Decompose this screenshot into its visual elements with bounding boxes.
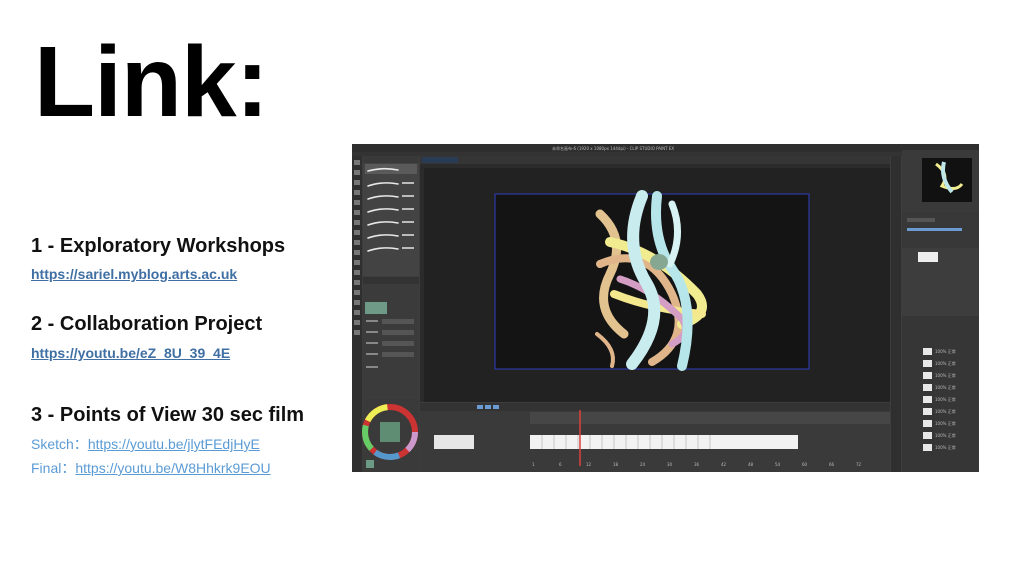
slide-title: Link: [34,26,269,138]
window-title: 未命名画布-6 (1920 x 1080px 144dpi) - CLIP ST… [552,146,675,151]
layer-item-label[interactable]: 100% 正常 [935,433,956,439]
final-link[interactable]: https://youtu.be/W8Hhkrk9EOU [75,460,270,476]
frame-tick: 1 [532,462,535,467]
sketch-link[interactable]: https://youtu.be/jlytFEdjHyE [88,436,260,452]
clip-studio-screenshot: 未命名画布-6 (1920 x 1080px 144dpi) - CLIP ST… [352,144,979,472]
frame-tick: 18 [613,462,619,467]
frame-tick: 60 [802,462,808,467]
sketch-line: Sketch：https://youtu.be/jlytFEdjHyE [31,434,260,454]
frame-tick: 48 [748,462,754,467]
frame-tick: 66 [829,462,835,467]
layer-item-label[interactable]: 100% 正常 [935,373,956,379]
frame-tick: 30 [667,462,673,467]
layer-item-label[interactable]: 100% 正常 [935,385,956,391]
section-2-link[interactable]: https://youtu.be/eZ_8U_39_4E [31,345,230,361]
layer-item-label[interactable]: 100% 正常 [935,421,956,427]
frame-tick: 54 [775,462,781,467]
layer-item-label[interactable]: 100% 正常 [935,397,956,403]
frame-tick: 72 [856,462,862,467]
layer-item-label[interactable]: 100% 正常 [935,409,956,415]
layer-item-label[interactable]: 100% 正常 [935,445,956,451]
final-label: Final： [31,460,76,476]
screenshot-ui [352,144,979,472]
section-2-heading: 2 - Collaboration Project [31,313,263,335]
final-line: Final：https://youtu.be/W8Hhkrk9EOU [31,458,271,478]
layer-item-label[interactable]: 100% 正常 [935,361,956,367]
section-3-heading: 3 - Points of View 30 sec film [31,404,305,426]
sketch-label: Sketch： [31,436,88,452]
frame-tick: 12 [586,462,592,467]
section-1-link[interactable]: https://sariel.myblog.arts.ac.uk [31,266,237,282]
section-1-heading: 1 - Exploratory Workshops [31,235,286,257]
frame-tick: 42 [721,462,727,467]
layer-item-label[interactable]: 100% 正常 [935,349,956,355]
frame-tick: 24 [640,462,646,467]
frame-tick: 36 [694,462,700,467]
frame-tick: 6 [559,462,562,467]
